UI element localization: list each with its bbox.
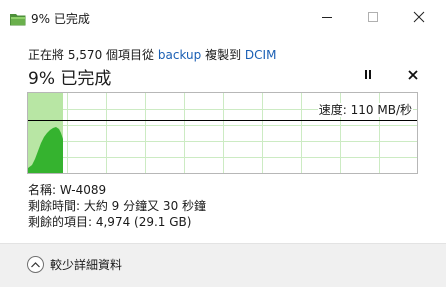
window-title: 9% 已完成	[31, 12, 90, 26]
cancel-icon	[408, 70, 418, 80]
maximize-icon	[368, 12, 378, 22]
title-bar[interactable]: 9% 已完成	[0, 0, 446, 34]
time-remaining: 剩餘時間: 大約 9 分鐘又 30 秒鐘	[28, 199, 207, 213]
status-prefix: 正在將	[28, 48, 65, 62]
fewer-details-label: 較少詳細資料	[50, 258, 123, 272]
minimize-button[interactable]	[304, 0, 350, 34]
close-icon	[413, 11, 425, 23]
speed-label: 速度: 110 MB/秒	[317, 103, 413, 117]
pause-button[interactable]	[359, 66, 377, 84]
fewer-details-button[interactable]: 較少詳細資料	[27, 256, 122, 273]
status-middle: 個項目從	[106, 48, 155, 62]
pause-icon	[365, 70, 371, 79]
details-panel: 名稱: W-4089 剩餘時間: 大約 9 分鐘又 30 秒鐘 剩餘的項目: 4…	[28, 182, 206, 230]
source-folder-link[interactable]: backup	[158, 48, 201, 62]
status-copy-to: 複製到	[205, 48, 242, 62]
item-count: 5,570	[67, 48, 103, 62]
chevron-up-icon	[27, 256, 44, 273]
maximize-button[interactable]	[350, 0, 396, 34]
transfer-speed-graph: 速度: 110 MB/秒	[27, 92, 418, 174]
progress-headline: 9% 已完成	[28, 69, 112, 89]
items-remaining: 剩餘的項目: 4,974 (29.1 GB)	[28, 215, 192, 229]
destination-folder-link[interactable]: DCIM	[245, 48, 277, 62]
file-name: 名稱: W-4089	[28, 183, 107, 197]
copy-status-line: 正在將 5,570 個項目從 backup 複製到 DCIM	[28, 46, 276, 63]
folder-copy-icon	[10, 11, 26, 26]
minimize-icon	[322, 17, 332, 18]
cancel-button[interactable]	[404, 66, 422, 84]
close-button[interactable]	[396, 0, 442, 34]
